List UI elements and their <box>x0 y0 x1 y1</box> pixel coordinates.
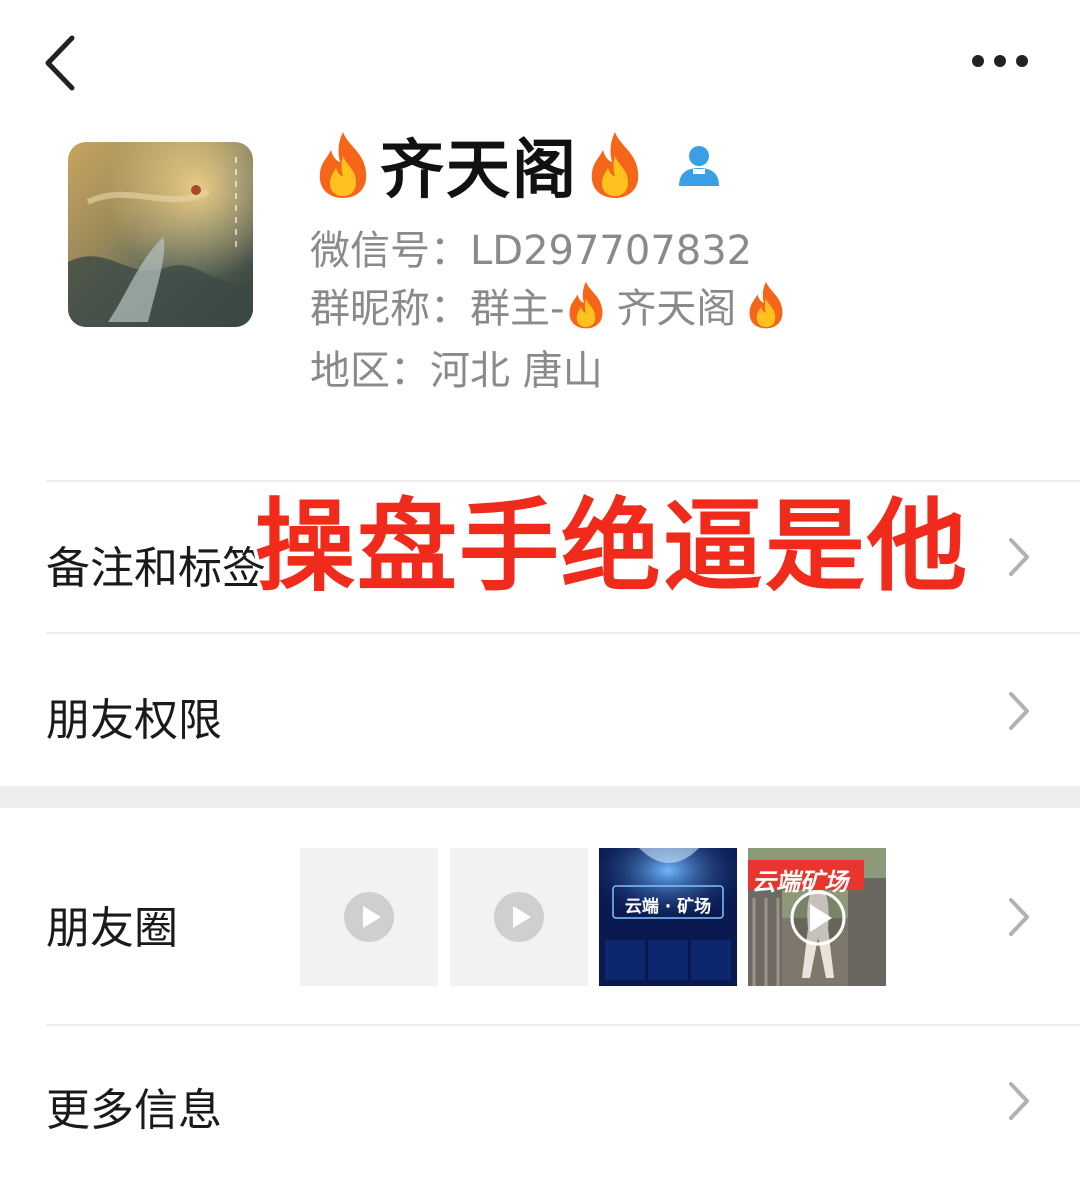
more-info-label: 更多信息 <box>46 1085 222 1136</box>
moments-thumbnail-video[interactable] <box>450 848 588 986</box>
remarks-tags-label: 备注和标签 <box>46 543 266 594</box>
chevron-right-icon <box>1009 692 1029 730</box>
video-title: 云端矿场 <box>752 868 848 896</box>
avatar-image <box>68 142 253 327</box>
group-nickname-name: 齐天阁 <box>616 286 737 332</box>
fire-emoji-icon <box>319 132 367 198</box>
friend-permissions-row[interactable]: 朋友权限 <box>0 634 1080 786</box>
group-nickname-prefix: 群昵称：群主- <box>310 286 565 332</box>
more-info-row[interactable]: 更多信息 <box>0 1026 1080 1177</box>
chevron-right-icon <box>1009 1082 1029 1120</box>
chevron-right-icon <box>1009 898 1029 936</box>
moments-thumbnail-image[interactable]: 云端 · 矿场 <box>599 848 737 986</box>
cloud-mining-poster-image <box>599 848 737 986</box>
profile-name: 齐天阁 <box>380 134 578 208</box>
overlay-caption: 操盘手绝逼是他 <box>255 488 969 605</box>
profile-name-row: 齐天阁 <box>312 126 722 208</box>
fire-emoji-icon <box>591 132 639 198</box>
more-dots-icon <box>972 55 1028 67</box>
region: 地区：河北 唐山 <box>310 348 603 394</box>
contact-person-icon <box>679 146 719 186</box>
section-gap <box>0 786 1080 808</box>
chevron-right-icon <box>1009 538 1029 576</box>
back-button[interactable] <box>30 28 100 98</box>
friend-permissions-label: 朋友权限 <box>46 695 222 746</box>
fire-emoji-icon <box>569 281 603 329</box>
moments-thumbnail-video[interactable] <box>300 848 438 986</box>
play-icon <box>494 892 544 942</box>
fire-emoji-icon <box>749 281 783 329</box>
wechat-id: 微信号：LD297707832 <box>310 228 753 274</box>
poster-title: 云端 · 矿场 <box>624 897 712 917</box>
play-icon <box>344 892 394 942</box>
more-options-button[interactable] <box>960 36 1040 86</box>
back-chevron-icon <box>45 35 75 91</box>
moments-label: 朋友圈 <box>46 903 178 954</box>
moments-thumbnail-video[interactable]: 云端矿场 <box>748 848 886 986</box>
avatar[interactable] <box>68 142 253 327</box>
group-nickname: 群昵称：群主- 齐天阁 <box>310 276 788 334</box>
